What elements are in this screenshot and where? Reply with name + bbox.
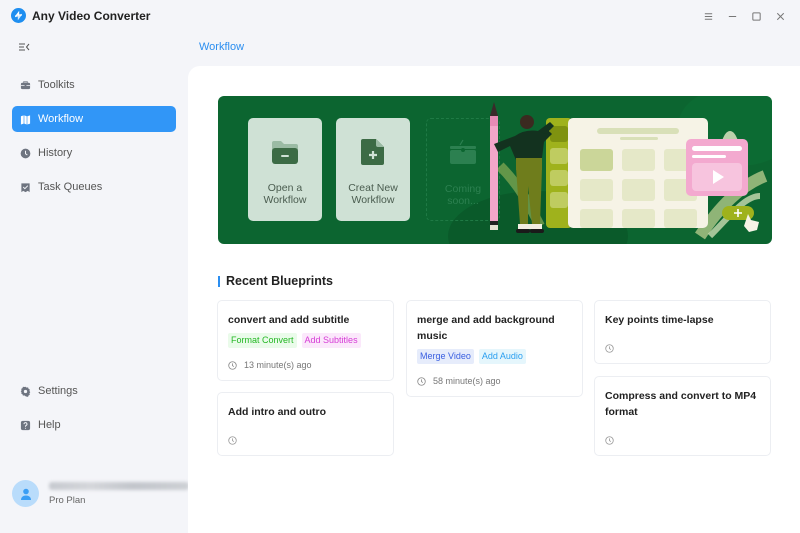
sidebar-item-help[interactable]: Help [12, 412, 176, 438]
app-logo-icon [11, 8, 26, 23]
blueprint-title: Compress and convert to MP4 format [605, 390, 757, 418]
tag-merge-video: Merge Video [417, 349, 474, 364]
create-workflow-button[interactable]: Creat New Workflow [336, 118, 410, 221]
sidebar-item-label: History [38, 147, 73, 159]
help-icon [19, 419, 31, 431]
clock-icon [605, 344, 614, 353]
sidebar-item-label: Task Queues [38, 181, 103, 193]
blueprint-time [605, 344, 621, 353]
clock-icon [228, 360, 237, 370]
sidebar-item-workflow[interactable]: Workflow [12, 106, 176, 132]
minimize-icon[interactable] [723, 7, 741, 25]
close-icon[interactable] [771, 7, 789, 25]
blueprint-card[interactable]: Add intro and outro [217, 392, 394, 456]
maximize-icon[interactable] [747, 7, 765, 25]
workflow-banner: Open a Workflow Creat New Workflow Comin… [218, 96, 772, 244]
title-bar: Any Video Converter [0, 0, 800, 32]
blueprint-title: convert and add subtitle [228, 314, 350, 326]
blueprint-time: 13 minute(s) ago [228, 360, 312, 370]
tag-add-audio: Add Audio [478, 349, 526, 364]
blueprint-time-text: 13 minute(s) ago [244, 360, 312, 370]
tag-format-convert: Format Convert [228, 333, 297, 348]
toolbox-icon [19, 79, 31, 91]
blueprint-time-text: 58 minute(s) ago [433, 376, 501, 386]
blueprint-time [605, 436, 621, 445]
tag-add-subtitles: Add Subtitles [301, 333, 361, 348]
sidebar-item-label: Settings [38, 385, 78, 397]
breadcrumb: Workflow [199, 41, 245, 53]
menu-icon[interactable] [699, 7, 717, 25]
sidebar-collapse-icon[interactable] [18, 40, 30, 52]
blueprint-card[interactable]: Key points time-lapse [594, 300, 771, 364]
new-file-icon [361, 139, 384, 165]
sidebar-item-settings[interactable]: Settings [12, 378, 176, 404]
task-queue-icon [19, 181, 31, 193]
blueprint-card[interactable]: Compress and convert to MP4 format [594, 376, 771, 456]
sidebar-item-label: Workflow [38, 113, 84, 125]
blueprint-title: Key points time-lapse [605, 314, 714, 326]
toolbox-icon [450, 139, 476, 164]
blueprint-title: merge and add background music [417, 314, 555, 342]
clock-icon [605, 436, 614, 445]
user-icon [20, 488, 31, 500]
sidebar-item-label: Toolkits [38, 79, 75, 91]
user-profile[interactable]: Pro Plan [12, 480, 189, 507]
blueprint-card[interactable]: merge and add background music Merge Vid… [406, 300, 583, 397]
clock-icon [228, 436, 237, 445]
workflow-illustration [490, 102, 768, 240]
sidebar-item-toolkits[interactable]: Toolkits [12, 72, 176, 98]
main-panel: Open a Workflow Creat New Workflow Comin… [188, 66, 800, 533]
blueprint-time [228, 436, 244, 445]
sidebar-item-history[interactable]: History [12, 140, 176, 166]
blueprint-card[interactable]: convert and add subtitle Format Convert … [217, 300, 394, 381]
blueprint-title: Add intro and outro [228, 406, 326, 418]
gear-icon [19, 385, 31, 397]
create-workflow-label: Creat New Workflow [348, 182, 398, 206]
clock-icon [19, 147, 31, 159]
sidebar-item-label: Help [38, 419, 61, 431]
avatar[interactable] [12, 480, 39, 507]
user-email-blurred [49, 482, 189, 490]
app-title: Any Video Converter [32, 9, 151, 23]
user-plan: Pro Plan [49, 495, 86, 506]
recent-blueprints-title: Recent Blueprints [218, 274, 333, 288]
folder-icon [272, 141, 298, 164]
blueprint-tags: Merge Video Add Audio [417, 349, 572, 364]
blueprint-tags: Format Convert Add Subtitles [228, 333, 383, 348]
blueprint-time: 58 minute(s) ago [417, 376, 501, 386]
open-workflow-button[interactable]: Open a Workflow [248, 118, 322, 221]
open-workflow-label: Open a Workflow [263, 182, 307, 206]
workflow-icon [19, 113, 31, 125]
clock-icon [417, 376, 426, 386]
sidebar-item-task-queues[interactable]: Task Queues [12, 174, 176, 200]
